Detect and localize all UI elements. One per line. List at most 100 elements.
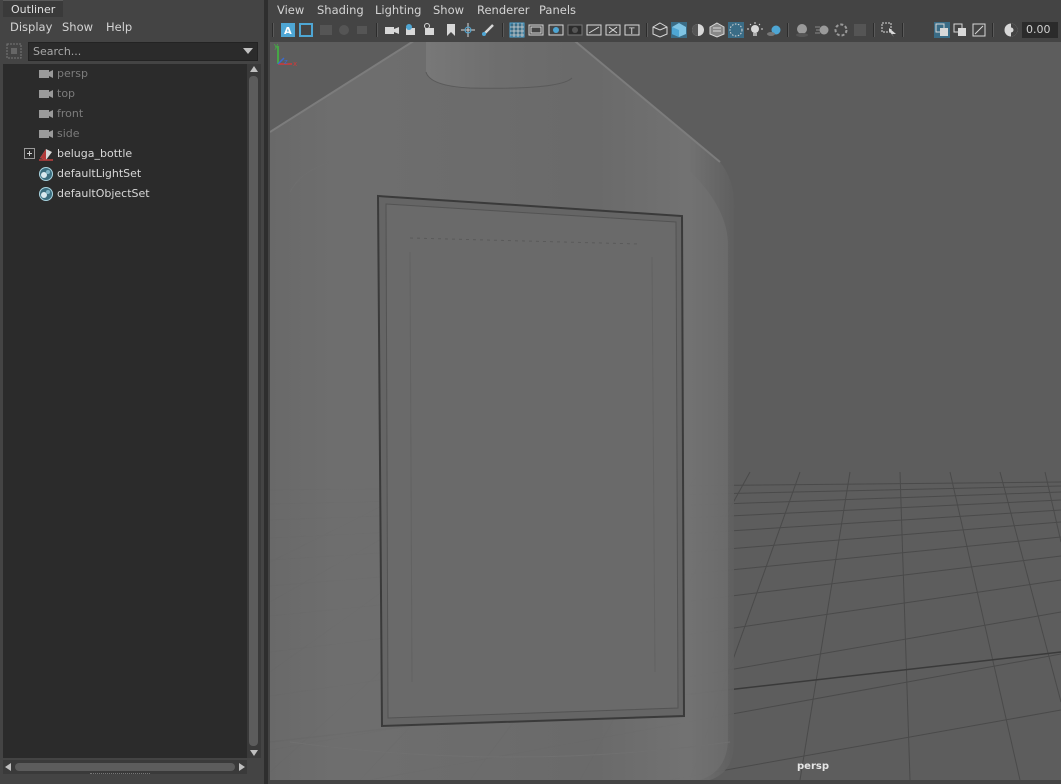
outliner-panel: Outliner Display Show Help persp top (0, 0, 264, 784)
xray-icon[interactable] (728, 22, 744, 38)
set-icon (39, 187, 53, 201)
camera-tumble-icon[interactable] (422, 22, 438, 38)
exposure-field[interactable]: 0.00 (1022, 22, 1058, 38)
tree-item-top[interactable]: top (3, 84, 247, 104)
camera-icon[interactable] (384, 22, 400, 38)
toolbar-separator (646, 23, 648, 37)
toolbar-separator (272, 23, 274, 37)
tree-item-front[interactable]: front (3, 104, 247, 124)
2d-pan-zoom-icon[interactable] (354, 22, 370, 38)
search-dropdown-icon[interactable] (243, 48, 253, 54)
isolate-select-icon[interactable] (881, 22, 897, 38)
horizontal-scrollbar[interactable] (3, 760, 247, 774)
scroll-up-icon[interactable] (250, 66, 258, 72)
xray-active-icon[interactable] (934, 22, 950, 38)
tree-item-persp[interactable]: persp (3, 64, 247, 84)
exposure-icon[interactable] (1003, 22, 1019, 38)
shadows-icon[interactable] (766, 22, 782, 38)
menu-panels[interactable]: Panels (539, 3, 576, 17)
bookmark-icon[interactable] (443, 22, 459, 38)
vertical-scrollbar[interactable] (247, 64, 261, 758)
grid-icon[interactable] (509, 22, 525, 38)
axis-gizmo: y x z (274, 42, 297, 68)
camera-icon (39, 90, 53, 98)
viewport-toolbar: A T 0.00 (268, 20, 1061, 40)
tree-item-label: side (57, 127, 80, 140)
camera-name-label: persp (797, 761, 829, 772)
safe-title-icon[interactable]: T (624, 22, 640, 38)
scroll-down-icon[interactable] (250, 750, 258, 756)
grease-pencil-icon[interactable] (480, 22, 496, 38)
gate-mask-icon[interactable] (567, 22, 583, 38)
camera-icon (39, 70, 53, 78)
scroll-left-icon[interactable] (5, 763, 11, 771)
mesh-transform-icon (39, 149, 53, 161)
resolution-gate-icon[interactable] (548, 22, 564, 38)
ambient-occlusion-icon[interactable] (794, 22, 810, 38)
safe-action-icon[interactable] (605, 22, 621, 38)
film-gate-icon[interactable] (528, 22, 544, 38)
field-chart-icon[interactable] (586, 22, 602, 38)
tree-item-label: defaultObjectSet (57, 187, 150, 200)
depth-of-field-icon[interactable] (852, 22, 868, 38)
camera-lock-icon[interactable] (403, 22, 419, 38)
textured-icon[interactable] (709, 22, 725, 38)
tree-item-beluga-bottle[interactable]: beluga_bottle (3, 144, 247, 164)
motion-blur-icon[interactable] (814, 22, 830, 38)
camera-attributes-icon[interactable] (298, 22, 314, 38)
menu-renderer[interactable]: Renderer (477, 3, 530, 17)
viewport-scene (270, 42, 1061, 780)
camera-icon (39, 110, 53, 118)
outliner-tab[interactable]: Outliner (3, 0, 63, 17)
backface-icon[interactable] (971, 22, 987, 38)
wireframe-on-shaded-icon[interactable] (690, 22, 706, 38)
tree-item-label: defaultLightSet (57, 167, 142, 180)
expand-toggle-icon[interactable] (24, 148, 35, 159)
viewport-menubar: View Shading Lighting Show Renderer Pane… (268, 0, 1061, 20)
menu-show[interactable]: Show (62, 20, 93, 34)
svg-text:y: y (274, 42, 278, 50)
tree-item-side[interactable]: side (3, 124, 247, 144)
tree-item-label: persp (57, 67, 88, 80)
toolbar-separator (376, 23, 378, 37)
toolbar-separator (992, 23, 994, 37)
image-plane-icon[interactable] (460, 22, 476, 38)
bookmarks-icon[interactable] (318, 22, 334, 38)
menu-view[interactable]: View (277, 3, 304, 17)
menu-show[interactable]: Show (433, 3, 464, 17)
use-all-lights-icon[interactable] (747, 22, 763, 38)
set-icon (39, 167, 53, 181)
beluga-bottle-mesh[interactable] (270, 42, 735, 780)
horizontal-scroll-thumb[interactable] (15, 763, 235, 771)
svg-text:z: z (284, 58, 288, 66)
vertical-scroll-thumb[interactable] (249, 76, 258, 746)
toolbar-separator (873, 23, 875, 37)
outliner-search-row (0, 40, 264, 64)
scroll-right-icon[interactable] (239, 763, 245, 771)
menu-help[interactable]: Help (106, 20, 132, 34)
menu-shading[interactable]: Shading (317, 3, 364, 17)
search-input[interactable] (28, 42, 258, 61)
xray-joints-icon[interactable] (952, 22, 968, 38)
menu-lighting[interactable]: Lighting (375, 3, 421, 17)
filter-icon[interactable] (6, 43, 22, 59)
tree-item-default-light-set[interactable]: defaultLightSet (3, 164, 247, 184)
outliner-tree: persp top front side beluga_bottle defau… (3, 64, 247, 758)
camera-icon (39, 130, 53, 138)
svg-text:x: x (293, 60, 297, 68)
image-plane-icon[interactable] (336, 22, 352, 38)
tree-item-default-object-set[interactable]: defaultObjectSet (3, 184, 247, 204)
toolbar-separator (787, 23, 789, 37)
select-camera-icon[interactable]: A (280, 22, 296, 38)
wireframe-icon[interactable] (652, 22, 668, 38)
svg-text:A: A (284, 26, 292, 37)
anti-aliasing-icon[interactable] (833, 22, 849, 38)
tree-item-label: top (57, 87, 76, 100)
outliner-menubar: Display Show Help (0, 17, 264, 39)
3d-viewport[interactable]: y x z persp (270, 42, 1061, 780)
resize-grip[interactable] (90, 773, 150, 777)
menu-display[interactable]: Display (10, 20, 52, 34)
toolbar-separator (502, 23, 504, 37)
smooth-shade-icon[interactable] (671, 22, 687, 38)
tree-item-label: front (57, 107, 84, 120)
